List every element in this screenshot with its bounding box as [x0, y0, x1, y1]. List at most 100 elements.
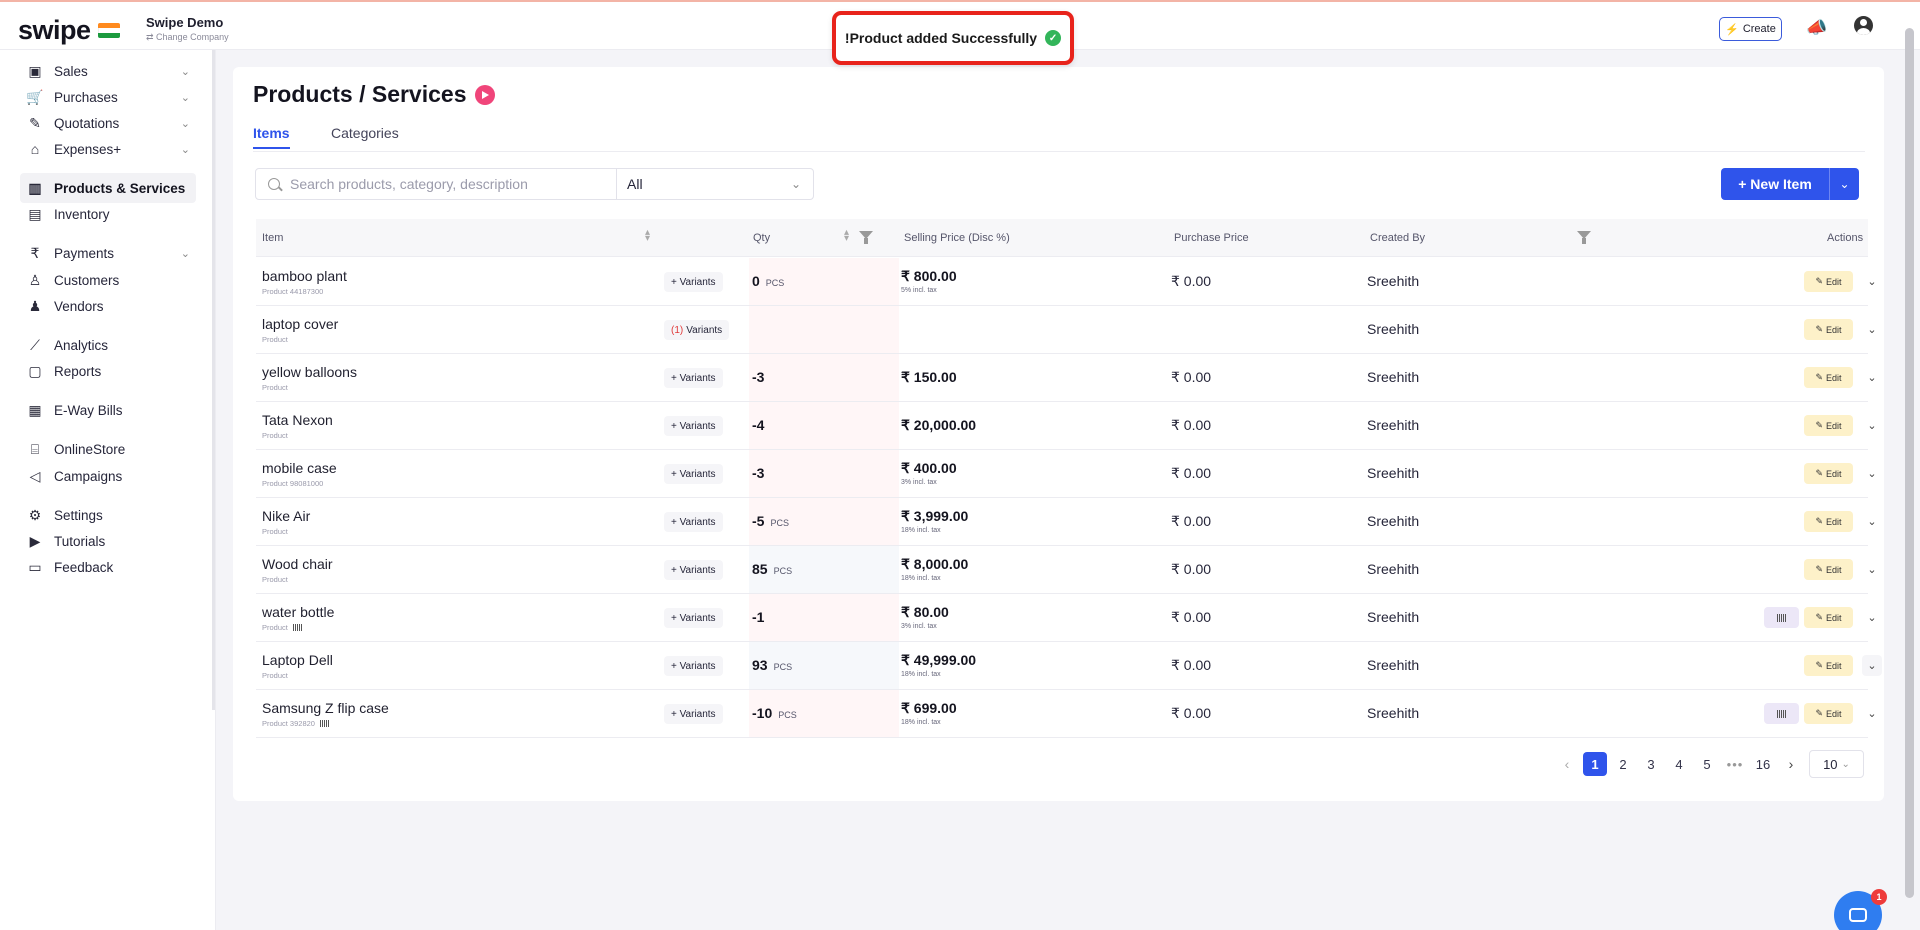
- change-company-link[interactable]: ⇄ Change Company: [146, 32, 229, 43]
- filter-icon[interactable]: [859, 231, 873, 244]
- variants-button[interactable]: + Variants: [664, 608, 723, 628]
- table-row[interactable]: water bottle Product + Variants -1 ₹ 80.00 3%…: [256, 594, 1877, 642]
- row-expand-chevron-icon[interactable]: ⌄: [1862, 319, 1882, 340]
- variants-button[interactable]: + Variants: [664, 464, 723, 484]
- edit-button[interactable]: ✎ Edit: [1804, 319, 1853, 340]
- row-expand-chevron-icon[interactable]: ⌄: [1862, 511, 1882, 532]
- search-input[interactable]: Search products, category, description: [255, 168, 617, 200]
- filter-icon[interactable]: [1577, 231, 1591, 244]
- sidebar-item-onlinestore[interactable]: ⌸ OnlineStore: [20, 434, 196, 464]
- sidebar-item-label: Analytics: [54, 337, 109, 353]
- item-name[interactable]: yellow balloons: [262, 364, 357, 380]
- table-row[interactable]: yellow balloons Product + Variants -3 ₹ 150.…: [256, 354, 1877, 402]
- sidebar-item-campaigns[interactable]: ◁ Campaigns: [20, 461, 196, 491]
- table-row[interactable]: Wood chair Product + Variants 85 PCS ₹ 8,000.…: [256, 546, 1877, 594]
- qty-value: 85 PCS: [752, 561, 792, 577]
- category-filter-select[interactable]: All ⌄: [616, 168, 814, 200]
- sidebar-scrollbar[interactable]: [212, 50, 215, 710]
- page-2-button[interactable]: 2: [1609, 752, 1637, 776]
- edit-button[interactable]: ✎ Edit: [1804, 463, 1853, 484]
- table-row[interactable]: laptop cover Product (1) Variants Sreehith ✎ E…: [256, 306, 1877, 354]
- table-row[interactable]: Laptop Dell Product + Variants 93 PCS ₹ 49,99…: [256, 642, 1882, 690]
- table-row[interactable]: mobile case Product 98081000 + Variants -3 ₹…: [256, 450, 1877, 498]
- variants-button[interactable]: + Variants: [664, 368, 723, 388]
- user-account-icon[interactable]: [1854, 16, 1873, 35]
- row-expand-chevron-icon[interactable]: ⌄: [1862, 415, 1882, 436]
- play-video-icon[interactable]: [474, 84, 495, 105]
- edit-button[interactable]: ✎ Edit: [1804, 367, 1853, 388]
- sidebar-item-reports[interactable]: ▢ Reports: [20, 356, 196, 386]
- page-4-button[interactable]: 4: [1665, 752, 1693, 776]
- next-page-icon[interactable]: ›: [1777, 752, 1805, 776]
- sort-icon[interactable]: ▴ ▾: [844, 228, 849, 244]
- sidebar-item-vendors[interactable]: ♟ Vendors: [20, 291, 196, 321]
- tab-categories[interactable]: Categories: [331, 125, 399, 147]
- edit-button[interactable]: ✎ Edit: [1804, 559, 1853, 580]
- table-row[interactable]: Tata Nexon Product + Variants -4 ₹ 20,000.00…: [256, 402, 1877, 450]
- page-1-button[interactable]: 1: [1583, 752, 1607, 776]
- item-name[interactable]: Laptop Dell: [262, 652, 333, 668]
- sidebar-item-label: Campaigns: [54, 468, 123, 484]
- table-header: Item ▴ ▾ Qty ▴ ▾ Selling Price (Disc %) Pu…: [256, 219, 1868, 257]
- item-name[interactable]: water bottle: [262, 604, 334, 620]
- item-name[interactable]: Tata Nexon: [262, 412, 333, 428]
- table-row[interactable]: Samsung Z flip case Product 392820 + Varia…: [256, 690, 1877, 738]
- sidebar-item-label: E-Way Bills: [54, 402, 123, 418]
- row-expand-chevron-icon[interactable]: ⌄: [1862, 559, 1882, 580]
- new-item-button[interactable]: + New Item ⌄: [1721, 168, 1859, 200]
- edit-button[interactable]: ✎ Edit: [1804, 655, 1853, 676]
- last-page-button[interactable]: 16: [1749, 752, 1777, 776]
- row-expand-chevron-icon[interactable]: ⌄: [1862, 703, 1882, 724]
- variants-button[interactable]: (1) Variants: [664, 320, 730, 340]
- variants-button[interactable]: + Variants: [664, 560, 723, 580]
- variants-button[interactable]: + Variants: [664, 272, 723, 292]
- edit-button[interactable]: ✎ Edit: [1804, 271, 1853, 292]
- edit-button[interactable]: ✎ Edit: [1804, 415, 1853, 436]
- item-name[interactable]: bamboo plant: [262, 268, 347, 284]
- variants-button[interactable]: + Variants: [664, 416, 723, 436]
- barcode-button[interactable]: [1764, 703, 1799, 724]
- variants-button[interactable]: + Variants: [664, 656, 723, 676]
- page-5-button[interactable]: 5: [1693, 752, 1721, 776]
- table-row[interactable]: bamboo plant Product 44187300 + Variants 0 P…: [256, 258, 1877, 306]
- sidebar-item-inventory[interactable]: ▤ Inventory: [20, 199, 196, 229]
- item-name[interactable]: Samsung Z flip case: [262, 700, 389, 716]
- row-expand-chevron-icon[interactable]: ⌄: [1862, 271, 1882, 292]
- qty-value: 93 PCS: [752, 657, 792, 673]
- pagination-ellipsis[interactable]: •••: [1721, 752, 1749, 776]
- create-button[interactable]: ⚡ Create: [1719, 17, 1782, 41]
- item-name[interactable]: Nike Air: [262, 508, 310, 524]
- edit-button[interactable]: ✎ Edit: [1804, 703, 1853, 724]
- table-row[interactable]: Nike Air Product + Variants -5 PCS ₹ 3,999.00…: [256, 498, 1877, 546]
- edit-button[interactable]: ✎ Edit: [1804, 511, 1853, 532]
- sidebar-item-feedback[interactable]: ▭ Feedback: [20, 552, 196, 582]
- edit-button[interactable]: ✎ Edit: [1804, 607, 1853, 628]
- company-switcher[interactable]: Swipe Demo ⇄ Change Company: [146, 15, 229, 43]
- row-expand-chevron-icon[interactable]: ⌄: [1862, 607, 1882, 628]
- variants-button[interactable]: + Variants: [664, 512, 723, 532]
- page-size-select[interactable]: 10 ⌄: [1809, 750, 1864, 778]
- row-expand-chevron-icon[interactable]: ⌄: [1862, 655, 1882, 676]
- purchase-price: ₹ 0.00: [1171, 705, 1212, 721]
- barcode-button[interactable]: [1764, 607, 1799, 628]
- created-by: Sreehith: [1367, 513, 1420, 529]
- page-3-button[interactable]: 3: [1637, 752, 1665, 776]
- sidebar-item-e-way-bills[interactable]: ▦ E-Way Bills: [20, 395, 196, 425]
- prev-page-icon[interactable]: ‹: [1553, 752, 1581, 776]
- variants-count: (1): [671, 324, 684, 336]
- item-name[interactable]: mobile case: [262, 460, 337, 476]
- row-expand-chevron-icon[interactable]: ⌄: [1862, 463, 1882, 484]
- sidebar-item-expenses[interactable]: ⌂ Expenses+ ⌄: [20, 134, 196, 164]
- row-expand-chevron-icon[interactable]: ⌄: [1862, 367, 1882, 388]
- item-name[interactable]: laptop cover: [262, 316, 338, 332]
- tab-items[interactable]: Items: [253, 125, 290, 149]
- variants-button[interactable]: + Variants: [664, 704, 723, 724]
- new-item-dropdown-icon[interactable]: ⌄: [1829, 168, 1859, 200]
- edit-icon: ✎: [1815, 708, 1824, 718]
- page-scrollbar[interactable]: [1905, 28, 1914, 898]
- sort-icon[interactable]: ▴ ▾: [645, 228, 650, 244]
- swipe-logo[interactable]: swipe: [18, 15, 120, 46]
- item-name[interactable]: Wood chair: [262, 556, 333, 572]
- announcements-icon[interactable]: 📣: [1806, 18, 1827, 38]
- sidebar-item-payments[interactable]: ₹ Payments ⌄: [20, 238, 196, 268]
